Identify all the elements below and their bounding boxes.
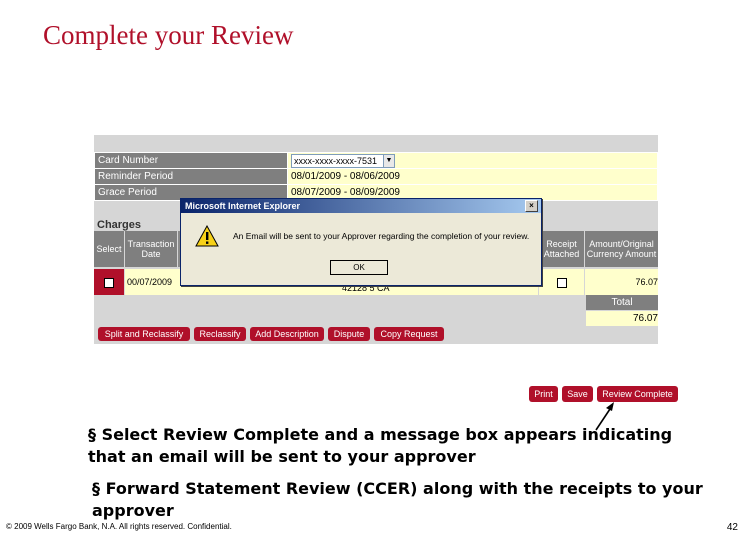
bullet-forward-statement: § Forward Statement Review (CCER) along … (92, 479, 703, 520)
bullet-select-review: § Select Review Complete and a message b… (88, 425, 673, 466)
page-number: 42 (726, 522, 738, 533)
footer-copyright: © 2009 Wells Fargo Bank, N.A. All rights… (6, 522, 232, 531)
